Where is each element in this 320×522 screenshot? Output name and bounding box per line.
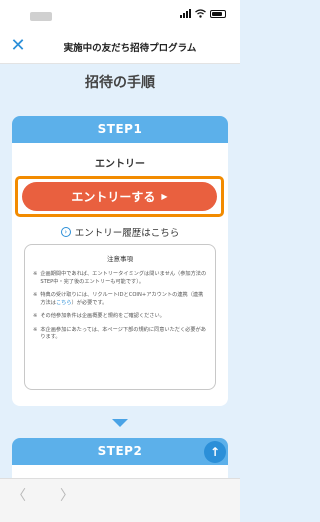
down-arrow-icon bbox=[112, 419, 128, 427]
wifi-icon bbox=[195, 9, 206, 18]
note-text-after: ）が必要です。 bbox=[71, 299, 108, 306]
step1-card: STEP1 エントリー エントリーする ▶ › エントリー履歴はこちら 注意事項… bbox=[12, 116, 228, 406]
step2-card: STEP2 bbox=[12, 438, 228, 478]
status-icons bbox=[180, 9, 226, 18]
battery-icon bbox=[210, 9, 226, 18]
step2-header: STEP2 bbox=[12, 438, 228, 465]
note-item: ※ 本企画参加にあたっては、本ページ下部の規約に同意いただく必要があります。 bbox=[33, 327, 207, 342]
play-arrow-icon: ▶ bbox=[161, 192, 168, 201]
entry-label: エントリー bbox=[95, 159, 145, 170]
note-text: その他参加条件は企画概要と規約をご確認ください。 bbox=[40, 313, 165, 319]
note-mark: ※ bbox=[33, 326, 38, 333]
back-icon[interactable]: 〈 bbox=[12, 485, 26, 505]
scroll-to-top-button[interactable]: ↑ bbox=[204, 441, 226, 463]
section-title: 招待の手順 bbox=[85, 75, 155, 91]
entry-button-label: エントリーする bbox=[71, 190, 156, 204]
note-mark: ※ bbox=[33, 292, 38, 298]
notes-box: 注意事項 ※ 企画期間中であれば、エントリータイミングは問いません（参加方法のS… bbox=[24, 244, 216, 390]
note-item: ※ その他参加条件は企画概要と規約をご確認ください。 bbox=[33, 313, 207, 321]
browser-bottom-bar: 〈 〉 bbox=[0, 478, 240, 522]
status-bar bbox=[0, 0, 240, 30]
link-method-here[interactable]: こちら bbox=[56, 300, 72, 306]
notes-title: 注意事項 bbox=[107, 255, 133, 263]
forward-icon[interactable]: 〉 bbox=[60, 485, 74, 505]
entry-history-label: エントリー履歴はこちら bbox=[74, 228, 180, 239]
signal-icon bbox=[180, 9, 191, 18]
entry-button[interactable]: エントリーする ▶ bbox=[22, 182, 217, 211]
note-text: 特典の受け取りには、リクルートIDとCOIN+アカウントの連携（連携方法はこちら… bbox=[40, 292, 207, 307]
step1-header: STEP1 bbox=[12, 116, 228, 143]
note-mark: ※ bbox=[33, 271, 38, 277]
close-icon[interactable]: ✕ bbox=[8, 36, 28, 56]
navigation-bar: ✕ 実施中の友だち招待プログラム bbox=[0, 30, 240, 64]
note-text: 本企画参加にあたっては、本ページ下部の規約に同意いただく必要があります。 bbox=[40, 326, 206, 341]
note-mark: ※ bbox=[33, 313, 38, 319]
status-time-redacted bbox=[30, 12, 52, 21]
chevron-circle-icon: › bbox=[60, 227, 71, 237]
entry-history-link[interactable]: › エントリー履歴はこちら bbox=[12, 225, 228, 239]
note-item: ※ 特典の受け取りには、リクルートIDとCOIN+アカウントの連携（連携方法はこ… bbox=[33, 292, 207, 307]
entry-button-highlight: エントリーする ▶ bbox=[15, 176, 224, 217]
note-item: ※ 企画期間中であれば、エントリータイミングは問いません（参加方法のSTEP中・… bbox=[33, 271, 207, 286]
page-title: 実施中の友だち招待プログラム bbox=[63, 43, 197, 54]
note-text: 企画期間中であれば、エントリータイミングは問いません（参加方法のSTEP中・完了… bbox=[40, 271, 207, 285]
